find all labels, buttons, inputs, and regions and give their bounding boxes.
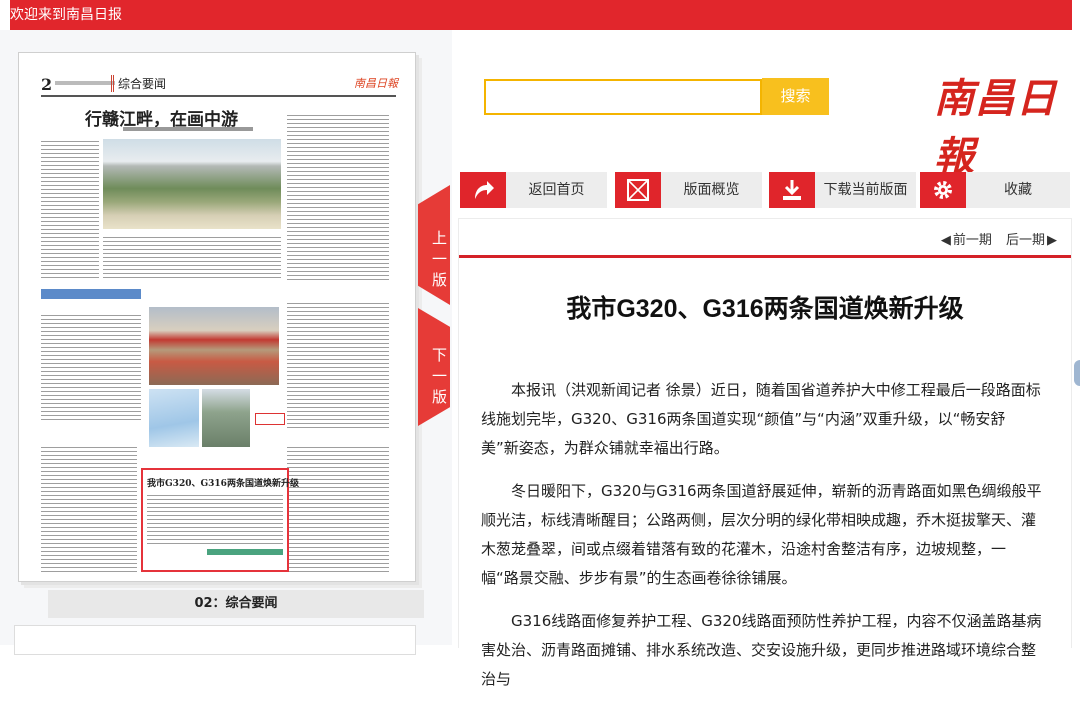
- page-banner-green: [207, 549, 283, 555]
- download-label: 下载当前版面: [823, 182, 908, 198]
- home-label: 返回首页: [528, 182, 585, 198]
- return-arrow-icon: [460, 172, 506, 208]
- prev-issue-label: 前一期: [952, 233, 992, 248]
- top-banner: 欢迎来到南昌日报: [10, 0, 1072, 30]
- article-panel: ◀ 前一期 后一期 ▶ 我市G320、G316两条国道焕新升级 本报讯（洪观新闻记者…: [458, 218, 1072, 688]
- page-top-rule: [41, 95, 396, 97]
- brand-logo: 南昌日報: [934, 75, 1057, 180]
- search-button[interactable]: 搜索: [762, 78, 829, 115]
- download-button[interactable]: 下载当前版面: [769, 172, 916, 208]
- overview-label: 版面概览: [683, 182, 740, 198]
- layout-overview-icon: [615, 172, 661, 208]
- toolbar: 返回首页 版面概览 下载当前版面 收藏: [460, 172, 1072, 208]
- article-column: [41, 139, 99, 279]
- article-paragraph: 本报讯（洪观新闻记者 徐景）近日，随着国省道养护大中修工程最后一段路面标线施划完…: [481, 381, 1041, 457]
- page-number: 2: [41, 75, 53, 94]
- page-photo-sky: [149, 389, 199, 447]
- side-scroll-handle[interactable]: [1074, 360, 1080, 386]
- welcome-text: 欢迎来到南昌日报: [10, 7, 122, 23]
- newspaper-page-thumbnail[interactable]: 2 综合要闻 南昌日報 行赣江畔，在画中游 我市G320、G316两条国道焕新升…: [18, 52, 416, 582]
- next-issue-link[interactable]: 后一期 ▶: [1006, 233, 1057, 248]
- page-caption[interactable]: 02：综合要闻: [48, 590, 424, 618]
- next-page-thumbnail[interactable]: [14, 625, 416, 655]
- favorite-label: 收藏: [1004, 182, 1032, 198]
- article-divider: [459, 255, 1071, 258]
- prev-issue-link[interactable]: ◀ 前一期: [941, 233, 992, 248]
- article-paragraph: G316线路面修复养护工程、G320线路面预防性养护工程，内容不仅涵盖路基病害处…: [481, 612, 1042, 688]
- gear-icon: [920, 172, 966, 208]
- selected-article-thumb-title: 我市G320、G316两条国道焕新升级: [147, 479, 299, 489]
- page-section-label: 综合要闻: [111, 75, 166, 92]
- article-column: [287, 445, 389, 575]
- page-banner-blue: [41, 289, 141, 299]
- article-column: [41, 313, 141, 423]
- article-paragraph: 冬日暖阳下，G320与G316两条国道舒展延伸，崭新的沥青路面如黑色绸缎般平顺光…: [481, 482, 1042, 587]
- favorite-button[interactable]: 收藏: [920, 172, 1070, 208]
- article-column: [287, 301, 389, 431]
- article-column: [41, 445, 137, 575]
- page-meta-line: [55, 81, 115, 85]
- page-photo-riverside: [103, 139, 281, 229]
- article-column: [287, 113, 389, 283]
- page-masthead-logo: 南昌日報: [354, 77, 398, 90]
- article-title: 我市G320、G316两条国道焕新升级: [566, 295, 964, 323]
- home-button[interactable]: 返回首页: [460, 172, 607, 208]
- article-body: 本报讯（洪观新闻记者 徐景）近日，随着国省道养护大中修工程最后一段路面标线施划完…: [481, 376, 1043, 708]
- download-icon: [769, 172, 815, 208]
- next-page-button[interactable]: 下一版: [418, 308, 450, 426]
- page-red-tag: [255, 413, 285, 425]
- article-column: [147, 493, 283, 545]
- article-column: [103, 235, 281, 279]
- page-subheadline: [123, 127, 253, 131]
- overview-button[interactable]: 版面概览: [615, 172, 762, 208]
- page-photo-landscape: [202, 389, 250, 447]
- issue-navigation: ◀ 前一期 后一期 ▶: [931, 229, 1057, 248]
- search-input[interactable]: [484, 79, 762, 115]
- page-photo-crowd: [149, 307, 279, 385]
- prev-page-button[interactable]: 上一版: [418, 185, 450, 305]
- next-issue-label: 后一期: [1005, 233, 1045, 248]
